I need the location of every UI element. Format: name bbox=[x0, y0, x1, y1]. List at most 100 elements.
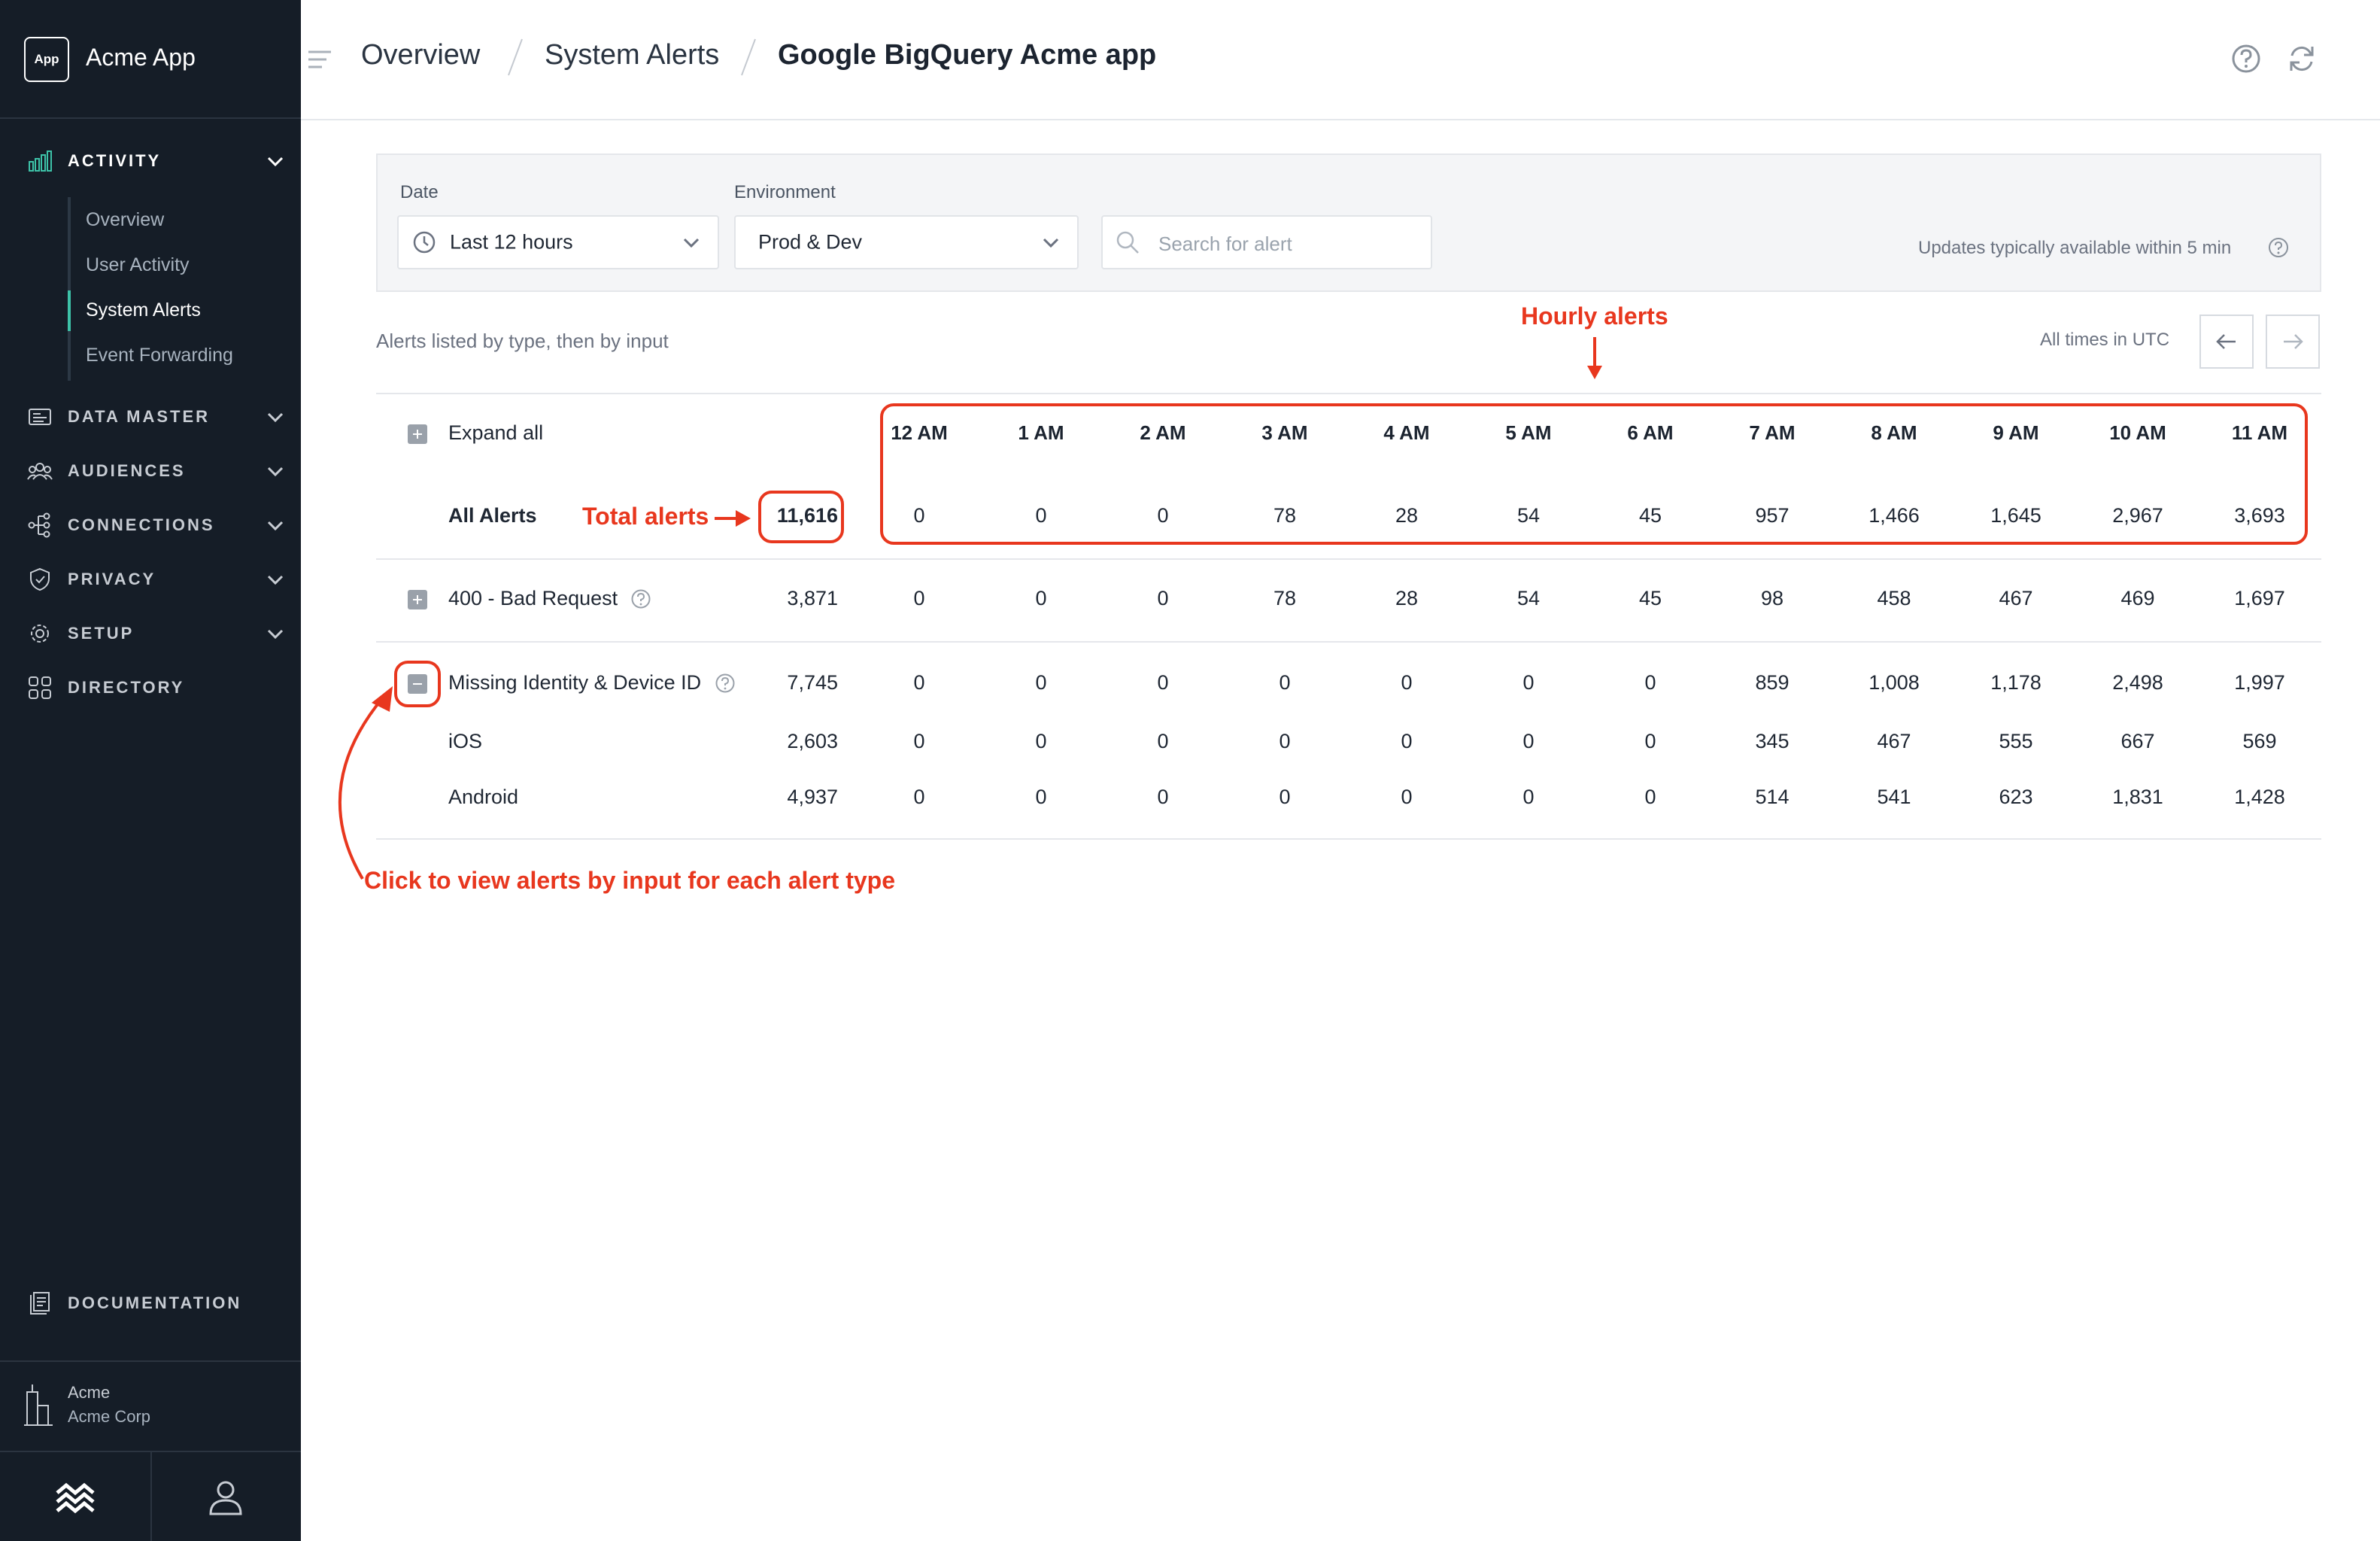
hourly-value-cell: 0 bbox=[1035, 730, 1047, 752]
user-icon[interactable] bbox=[205, 1475, 247, 1520]
nav-section-data-master[interactable]: DATA MASTER bbox=[0, 396, 301, 438]
nav-section-label: DIRECTORY bbox=[68, 678, 185, 697]
gear-icon bbox=[31, 625, 49, 643]
sidebar-item-system-alerts[interactable]: System Alerts bbox=[86, 299, 201, 321]
hourly-value-cell: 0 bbox=[1644, 786, 1656, 808]
search-icon bbox=[1116, 231, 1139, 254]
hourly-value-cell: 1,178 bbox=[1990, 671, 2042, 694]
row-label-missing-identity[interactable]: Missing Identity & Device ID bbox=[448, 671, 701, 695]
hourly-value-cell: 667 bbox=[2120, 730, 2155, 752]
hourly-value-cell: 467 bbox=[1999, 587, 2033, 609]
hourly-value-cell: 45 bbox=[1638, 587, 1662, 609]
nav-documentation[interactable]: DOCUMENTATION bbox=[0, 1282, 301, 1324]
help-icon[interactable] bbox=[2230, 42, 2263, 75]
hourly-value-cell: 0 bbox=[1279, 671, 1291, 694]
hourly-value-cell: 1,428 bbox=[2234, 786, 2285, 808]
hourly-value-cell: 0 bbox=[1401, 671, 1413, 694]
hourly-value-cell: 0 bbox=[1035, 786, 1047, 808]
hourly-value-cell: 0 bbox=[1644, 671, 1656, 694]
hourly-value-cell: 0 bbox=[1401, 786, 1413, 808]
audiences-icon bbox=[27, 463, 53, 480]
sidebar-item-user-activity[interactable]: User Activity bbox=[86, 254, 190, 276]
chevron-down-icon[interactable] bbox=[265, 150, 286, 172]
nav-section-label: AUDIENCES bbox=[68, 461, 186, 480]
sidebar-item-event-forwarding[interactable]: Event Forwarding bbox=[86, 345, 233, 366]
nav-section-label: ACTIVITY bbox=[68, 151, 162, 170]
menu-icon[interactable] bbox=[307, 48, 332, 71]
hourly-value-cell: 28 bbox=[1395, 587, 1419, 609]
hourly-value-cell: 0 bbox=[1035, 587, 1047, 609]
annotation-click-hint: Click to view alerts by input for each a… bbox=[364, 867, 895, 894]
chevron-down-icon[interactable] bbox=[265, 623, 286, 644]
hourly-value-cell: 514 bbox=[1755, 786, 1790, 808]
hourly-value-cell: 0 bbox=[1522, 730, 1535, 752]
org-sub-name[interactable]: Acme Corp bbox=[68, 1407, 150, 1427]
nav-section-activity[interactable]: ACTIVITY bbox=[0, 140, 301, 182]
chevron-down-icon[interactable] bbox=[265, 515, 286, 536]
hourly-value-cell: 0 bbox=[1279, 730, 1291, 752]
expand-all-toggle[interactable] bbox=[408, 424, 427, 444]
brand-logo-icon[interactable] bbox=[53, 1475, 98, 1520]
environment-select[interactable]: Prod & Dev bbox=[734, 215, 1079, 269]
bottom-divider bbox=[150, 1452, 152, 1541]
search-input[interactable] bbox=[1158, 227, 1422, 260]
breadcrumb-separator-icon bbox=[508, 38, 523, 76]
date-label: Date bbox=[400, 182, 439, 202]
grid-icon bbox=[29, 676, 51, 699]
refresh-icon[interactable] bbox=[2285, 42, 2318, 75]
sidebar-item-overview[interactable]: Overview bbox=[86, 209, 164, 231]
hourly-value-cell: 469 bbox=[2120, 587, 2155, 609]
table-divider bbox=[376, 558, 2321, 560]
hourly-value-cell: 0 bbox=[1522, 671, 1535, 694]
help-icon[interactable] bbox=[715, 673, 736, 694]
environment-select-value: Prod & Dev bbox=[758, 230, 863, 254]
annotation-arrow-down-icon bbox=[1587, 337, 1602, 379]
breadcrumb-system-alerts[interactable]: System Alerts bbox=[545, 39, 719, 71]
search-box[interactable] bbox=[1101, 215, 1432, 269]
hourly-value-cell: 859 bbox=[1755, 671, 1790, 694]
nav-section-label: SETUP bbox=[68, 624, 135, 643]
chevron-down-icon[interactable] bbox=[265, 569, 286, 590]
help-icon[interactable] bbox=[630, 588, 651, 609]
next-page-button[interactable] bbox=[2266, 315, 2320, 369]
shield-icon bbox=[30, 567, 50, 591]
hourly-value-cell: 0 bbox=[1522, 786, 1535, 808]
hourly-value-cell: 2,498 bbox=[2112, 671, 2163, 694]
chevron-down-icon bbox=[683, 238, 700, 248]
annotation-curved-arrow-icon bbox=[338, 686, 393, 880]
arrow-right-icon bbox=[2284, 334, 2303, 349]
table-divider bbox=[376, 393, 2321, 394]
sidebar-header: App Acme App bbox=[0, 0, 301, 119]
row-label-bad-request[interactable]: 400 - Bad Request bbox=[448, 587, 618, 610]
chevron-down-icon[interactable] bbox=[265, 460, 286, 482]
expand-row-toggle[interactable] bbox=[408, 590, 427, 609]
row-total: 4,937 bbox=[787, 786, 838, 808]
app-name[interactable]: Acme App bbox=[86, 44, 196, 71]
connections-icon bbox=[28, 512, 50, 538]
subnav-rail bbox=[68, 197, 71, 381]
hourly-value-cell: 541 bbox=[1877, 786, 1911, 808]
help-icon[interactable] bbox=[2267, 236, 2290, 259]
nav-section-privacy[interactable]: PRIVACY bbox=[0, 558, 301, 600]
chevron-down-icon[interactable] bbox=[265, 406, 286, 427]
annotation-total-alerts: Total alerts bbox=[582, 503, 709, 530]
hourly-value-cell: 1,997 bbox=[2234, 671, 2285, 694]
nav-section-setup[interactable]: SETUP bbox=[0, 612, 301, 655]
prev-page-button[interactable] bbox=[2199, 315, 2254, 369]
hourly-value-cell: 555 bbox=[1999, 730, 2033, 752]
subnav-active-indicator bbox=[68, 290, 71, 331]
nav-section-connections[interactable]: CONNECTIONS bbox=[0, 504, 301, 546]
nav-section-audiences[interactable]: AUDIENCES bbox=[0, 450, 301, 492]
expand-all-link[interactable]: Expand all bbox=[448, 421, 543, 445]
hourly-value-cell: 623 bbox=[1999, 786, 2033, 808]
sidebar-bottom-bar bbox=[0, 1451, 301, 1541]
app-badge-icon[interactable]: App bbox=[24, 37, 69, 82]
nav-section-directory[interactable]: DIRECTORY bbox=[0, 667, 301, 709]
documentation-icon bbox=[30, 1292, 50, 1315]
org-name[interactable]: Acme bbox=[68, 1383, 110, 1403]
hourly-value-cell: 1,697 bbox=[2234, 587, 2285, 609]
hourly-value-cell: 0 bbox=[913, 730, 925, 752]
filter-panel: Date Last 12 hours Environment Prod & De… bbox=[376, 153, 2321, 292]
breadcrumb-overview[interactable]: Overview bbox=[361, 39, 480, 71]
date-select[interactable]: Last 12 hours bbox=[397, 215, 719, 269]
